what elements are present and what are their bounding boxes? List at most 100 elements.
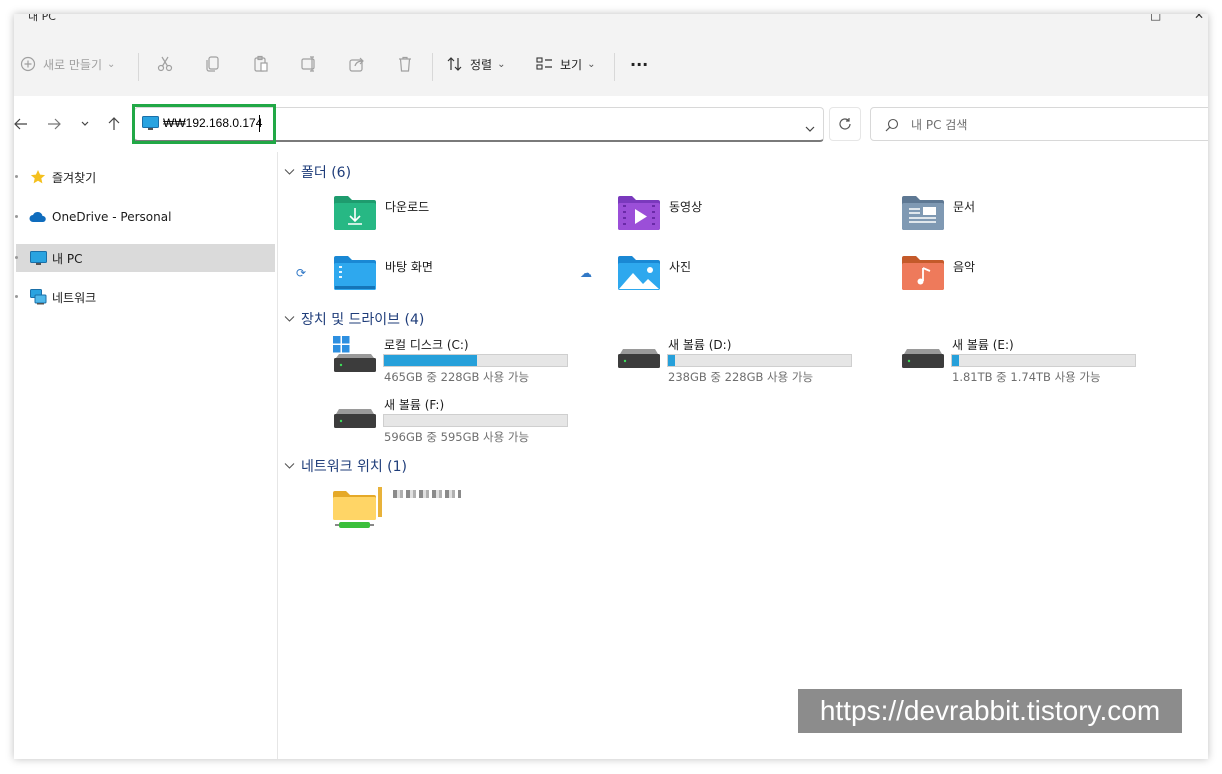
trash-icon: [399, 56, 411, 72]
drive-name: 새 볼륨 (E:): [952, 338, 1014, 352]
folder-item[interactable]: 다운로드: [333, 192, 603, 242]
drive-usage-bar: [383, 414, 568, 427]
folder-item[interactable]: 음악: [901, 252, 1171, 302]
rename-icon: [301, 56, 315, 72]
toolbar-divider: [138, 53, 139, 81]
arrow-up-icon: [108, 117, 120, 130]
chevron-down-icon: [805, 126, 815, 132]
up-button[interactable]: [106, 114, 122, 134]
star-icon: [28, 169, 48, 185]
hard-drive-icon: [333, 406, 377, 438]
drive-name: 로컬 디스크 (C:): [384, 338, 469, 352]
back-button[interactable]: [14, 114, 28, 134]
new-button-label: 새로 만들기: [43, 57, 103, 72]
folder-label: 문서: [953, 200, 976, 214]
close-button[interactable]: ✕: [1194, 14, 1204, 22]
folder-label: 동영상: [669, 200, 703, 214]
clipboard-icon: [254, 55, 268, 72]
chevron-down-icon: [284, 463, 295, 469]
drive-free-space: 1.81TB 중 1.74TB 사용 가능: [952, 370, 1101, 384]
toolbar-divider: [432, 53, 433, 81]
more-options-button[interactable]: ···: [630, 48, 648, 80]
group-header-network[interactable]: 네트워크 위치 (1): [284, 456, 407, 476]
search-box[interactable]: 내 PC 검색: [870, 107, 1208, 141]
sidebar-item-onedrive[interactable]: OneDrive - Personal: [15, 203, 275, 231]
chevron-down-icon: [81, 121, 89, 126]
drive-free-space: 238GB 중 228GB 사용 가능: [668, 370, 814, 384]
sidebar-item-label: 내 PC: [52, 251, 83, 266]
sidebar-item-favorites[interactable]: 즐겨찾기: [15, 163, 275, 191]
network-location-item[interactable]: [333, 484, 493, 532]
file-explorer-window: 내 PC □ ✕ 새로 만들기 ⌄ 정렬 ⌄ 보기 ⌄ ··· ₩₩192.16…: [14, 14, 1208, 759]
group-header-folders[interactable]: 폴더 (6): [284, 162, 351, 182]
expand-bullet-icon: [15, 295, 18, 298]
hard-drive-icon: [901, 346, 945, 378]
group-header-label: 장치 및 드라이브 (4): [301, 312, 425, 328]
drive-usage-fill: [952, 355, 960, 366]
chevron-down-icon: ⌄: [497, 58, 506, 70]
chevron-down-icon: ⌄: [587, 58, 596, 70]
folder-item[interactable]: 바탕 화면: [333, 252, 603, 302]
maximize-button[interactable]: □: [1150, 14, 1161, 22]
sidebar-item-label: OneDrive - Personal: [52, 210, 172, 224]
group-header-label: 네트워크 위치 (1): [301, 459, 408, 475]
group-header-drives[interactable]: 장치 및 드라이브 (4): [284, 309, 424, 329]
address-highlight-box: [132, 104, 276, 144]
forward-button[interactable]: [46, 114, 62, 134]
recent-locations-button[interactable]: [78, 114, 92, 134]
more-options-label: ···: [630, 54, 649, 74]
monitor-icon: [28, 250, 48, 266]
title-bar: 내 PC □ ✕: [14, 14, 1208, 34]
music-folder-icon: [901, 252, 945, 296]
network-icon: [28, 289, 48, 305]
rename-button[interactable]: [300, 48, 318, 80]
drive-item[interactable]: 새 볼륨 (E:) 1.81TB 중 1.74TB 사용 가능: [901, 336, 1171, 392]
search-placeholder: 내 PC 검색: [911, 118, 968, 132]
folder-item[interactable]: 동영상: [617, 192, 887, 242]
navigation-pane: 즐겨찾기 OneDrive - Personal 내 PC 네트워크: [14, 152, 278, 759]
delete-button[interactable]: [396, 48, 414, 80]
drive-name: 새 볼륨 (F:): [384, 398, 445, 412]
drive-item[interactable]: 로컬 디스크 (C:) 465GB 중 228GB 사용 가능: [333, 336, 603, 392]
window-title: 내 PC: [28, 14, 56, 23]
copy-button[interactable]: [204, 48, 222, 80]
share-icon: [349, 57, 364, 72]
toolbar-divider: [614, 53, 615, 81]
downloads-folder-icon: [333, 192, 377, 236]
hard-drive-icon: [617, 346, 661, 378]
sidebar-item-label: 즐겨찾기: [52, 170, 97, 185]
folder-label: 사진: [669, 260, 692, 274]
drive-usage-fill: [384, 355, 478, 366]
drive-free-space: 465GB 중 228GB 사용 가능: [384, 370, 530, 384]
sidebar-item-this-pc[interactable]: 내 PC: [15, 244, 275, 272]
sidebar-item-label: 네트워크: [52, 290, 97, 305]
navigation-bar: ₩₩192.168.0.174 내 PC 검색: [14, 96, 1208, 152]
view-button-label: 보기: [560, 57, 583, 72]
share-button[interactable]: [348, 48, 366, 80]
onedrive-cloud-icon: [28, 211, 48, 223]
drive-usage-bar: [383, 354, 568, 367]
copy-icon: [206, 56, 219, 72]
view-button[interactable]: 보기 ⌄: [536, 48, 595, 80]
chevron-down-icon: [284, 316, 295, 322]
paste-button[interactable]: [252, 48, 270, 80]
drive-item[interactable]: 새 볼륨 (D:) 238GB 중 228GB 사용 가능: [617, 336, 887, 392]
new-button[interactable]: 새로 만들기 ⌄: [20, 48, 115, 80]
drive-free-space: 596GB 중 595GB 사용 가능: [384, 430, 530, 444]
drive-usage-bar: [951, 354, 1136, 367]
folder-item[interactable]: 사진: [617, 252, 887, 302]
expand-bullet-icon: [15, 215, 18, 218]
sort-button[interactable]: 정렬 ⌄: [446, 48, 505, 80]
address-history-dropdown[interactable]: [805, 118, 815, 137]
pictures-folder-icon: [617, 252, 661, 296]
refresh-button[interactable]: [829, 107, 861, 141]
sidebar-item-network[interactable]: 네트워크: [15, 283, 275, 311]
folder-item[interactable]: 문서: [901, 192, 1171, 242]
cut-button[interactable]: [156, 48, 174, 80]
drive-usage-bar: [667, 354, 852, 367]
drive-item[interactable]: 새 볼륨 (F:) 596GB 중 595GB 사용 가능: [333, 396, 603, 452]
drive-name: 새 볼륨 (D:): [668, 338, 732, 352]
chevron-down-icon: [284, 169, 295, 175]
content-pane: 폴더 (6) 다운로드 동영상 문서 ⟳ 바탕 화면 ☁ 사진 음악 장치 및 …: [278, 152, 1208, 759]
sync-status-icon: ⟳: [296, 266, 307, 280]
